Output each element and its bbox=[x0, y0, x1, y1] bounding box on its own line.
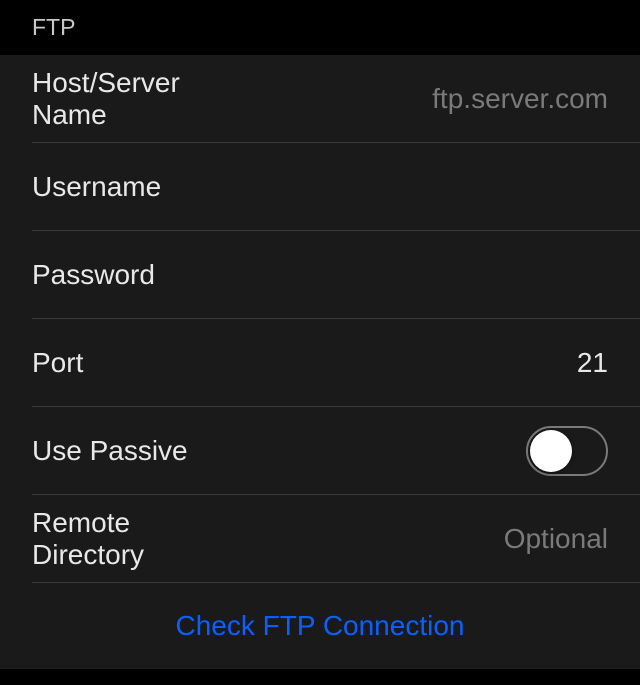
passive-label: Use Passive bbox=[32, 435, 188, 467]
port-row[interactable]: Port bbox=[0, 319, 640, 407]
port-label: Port bbox=[32, 347, 83, 379]
section-title: FTP bbox=[32, 14, 75, 40]
host-input[interactable] bbox=[231, 83, 608, 115]
username-label: Username bbox=[32, 171, 161, 203]
username-input[interactable] bbox=[161, 171, 608, 203]
password-input[interactable] bbox=[155, 259, 608, 291]
host-row[interactable]: Host/Server Name bbox=[0, 55, 640, 143]
check-connection-row: Check FTP Connection bbox=[0, 583, 640, 669]
toggle-knob bbox=[530, 430, 572, 472]
bottom-spacer bbox=[0, 669, 640, 683]
remote-dir-row[interactable]: Remote Directory bbox=[0, 495, 640, 583]
username-row[interactable]: Username bbox=[0, 143, 640, 231]
passive-row: Use Passive bbox=[0, 407, 640, 495]
host-label: Host/Server Name bbox=[32, 67, 231, 131]
port-input[interactable] bbox=[83, 347, 608, 379]
password-label: Password bbox=[32, 259, 155, 291]
remote-dir-input[interactable] bbox=[231, 523, 608, 555]
section-header-ftp: FTP bbox=[0, 0, 640, 55]
passive-toggle[interactable] bbox=[526, 426, 608, 476]
ftp-settings-group: Host/Server Name Username Password Port … bbox=[0, 55, 640, 669]
remote-dir-label: Remote Directory bbox=[32, 507, 231, 571]
password-row[interactable]: Password bbox=[0, 231, 640, 319]
check-connection-button[interactable]: Check FTP Connection bbox=[176, 610, 465, 642]
